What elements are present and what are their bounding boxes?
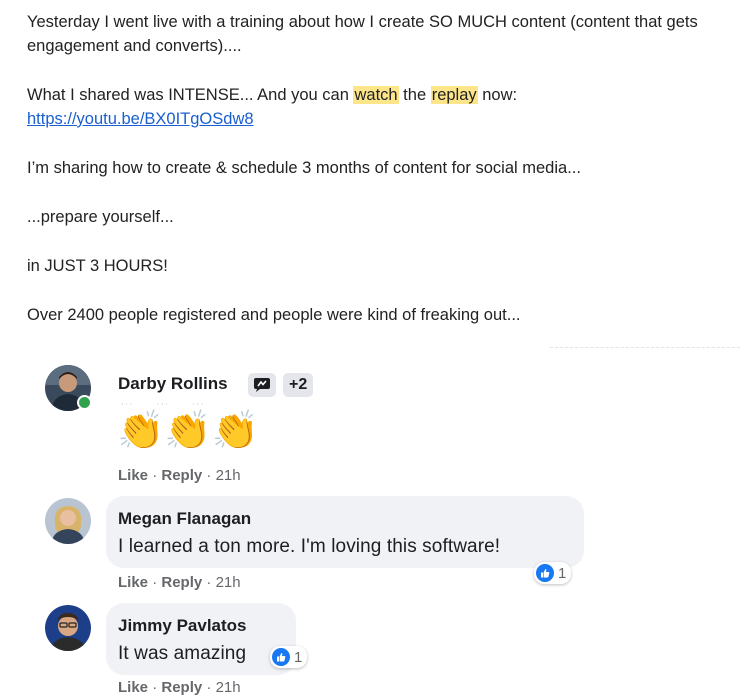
separator: · <box>206 467 216 484</box>
reaction-count: 1 <box>294 648 303 666</box>
replay-text-before: What I shared was INTENSE... And you can <box>27 86 354 104</box>
divider <box>550 347 740 348</box>
separator: · <box>152 467 162 484</box>
extra-badges-count[interactable]: +2 <box>283 373 314 397</box>
reply-button[interactable]: Reply <box>161 467 202 484</box>
separator: · <box>152 679 162 696</box>
separator: · <box>206 574 216 591</box>
thumbs-up-icon <box>541 569 550 578</box>
like-button[interactable]: Like <box>118 679 148 696</box>
reaction-count-megan[interactable]: 1 <box>534 562 572 584</box>
like-reaction-icon <box>536 564 554 582</box>
email-paragraph-hours: in JUST 3 HOURS! <box>27 257 168 275</box>
highlight-watch: watch <box>353 86 399 104</box>
like-button[interactable]: Like <box>118 574 148 591</box>
reaction-count-jimmy[interactable]: 1 <box>270 646 308 668</box>
avatar-image <box>45 498 91 544</box>
like-reaction-icon <box>272 648 290 666</box>
thumbs-up-icon <box>277 653 286 662</box>
separator: · <box>206 679 216 696</box>
comment-text-darby: 👏👏👏 <box>117 410 259 452</box>
avatar-megan[interactable] <box>45 498 91 544</box>
reaction-count: 1 <box>558 564 567 582</box>
email-paragraph-intro: Yesterday I went live with a training ab… <box>27 13 698 55</box>
comments-screenshot: Darby Rollins +2 ˙˙˙ ˙˙˙ ˙˙˙ 👏👏👏 Like · … <box>20 343 750 696</box>
comment-author-jimmy[interactable]: Jimmy Pavlatos <box>118 616 247 636</box>
comment-actions-megan: Like · Reply · 21h <box>118 574 241 591</box>
separator: · <box>152 574 162 591</box>
email-paragraph-replay: What I shared was INTENSE... And you can… <box>27 83 727 107</box>
top-fan-badge-icon[interactable] <box>248 373 276 397</box>
online-status-icon <box>77 395 92 410</box>
email-body: Yesterday I went live with a training ab… <box>27 10 727 327</box>
avatar-darby[interactable] <box>45 365 92 411</box>
comment-actions-darby: Like · Reply · 21h <box>118 467 241 484</box>
reply-button[interactable]: Reply <box>161 679 202 696</box>
chat-bubble-icon <box>254 378 270 392</box>
comment-author-megan[interactable]: Megan Flanagan <box>118 509 251 529</box>
comment-text-jimmy: It was amazing <box>118 643 247 664</box>
replay-link[interactable]: https://youtu.be/BX0ITgOSdw8 <box>27 110 254 128</box>
comment-text-megan: I learned a ton more. I'm loving this so… <box>118 536 501 557</box>
avatar-image <box>45 605 91 651</box>
comment-timestamp[interactable]: 21h <box>216 467 241 484</box>
avatar-jimmy[interactable] <box>45 605 91 651</box>
replay-text-mid: the <box>398 86 431 104</box>
email-paragraph-schedule: I’m sharing how to create & schedule 3 m… <box>27 159 581 177</box>
email-paragraph-prepare: ...prepare yourself... <box>27 208 174 226</box>
replay-text-after: now: <box>477 86 518 104</box>
comment-author-darby[interactable]: Darby Rollins <box>118 374 228 394</box>
comment-actions-jimmy: Like · Reply · 21h <box>118 679 241 696</box>
email-paragraph-registered: Over 2400 people registered and people w… <box>27 306 521 324</box>
highlight-replay: replay <box>430 86 478 104</box>
comment-timestamp[interactable]: 21h <box>216 574 241 591</box>
comment-timestamp[interactable]: 21h <box>216 679 241 696</box>
reply-button[interactable]: Reply <box>161 574 202 591</box>
like-button[interactable]: Like <box>118 467 148 484</box>
